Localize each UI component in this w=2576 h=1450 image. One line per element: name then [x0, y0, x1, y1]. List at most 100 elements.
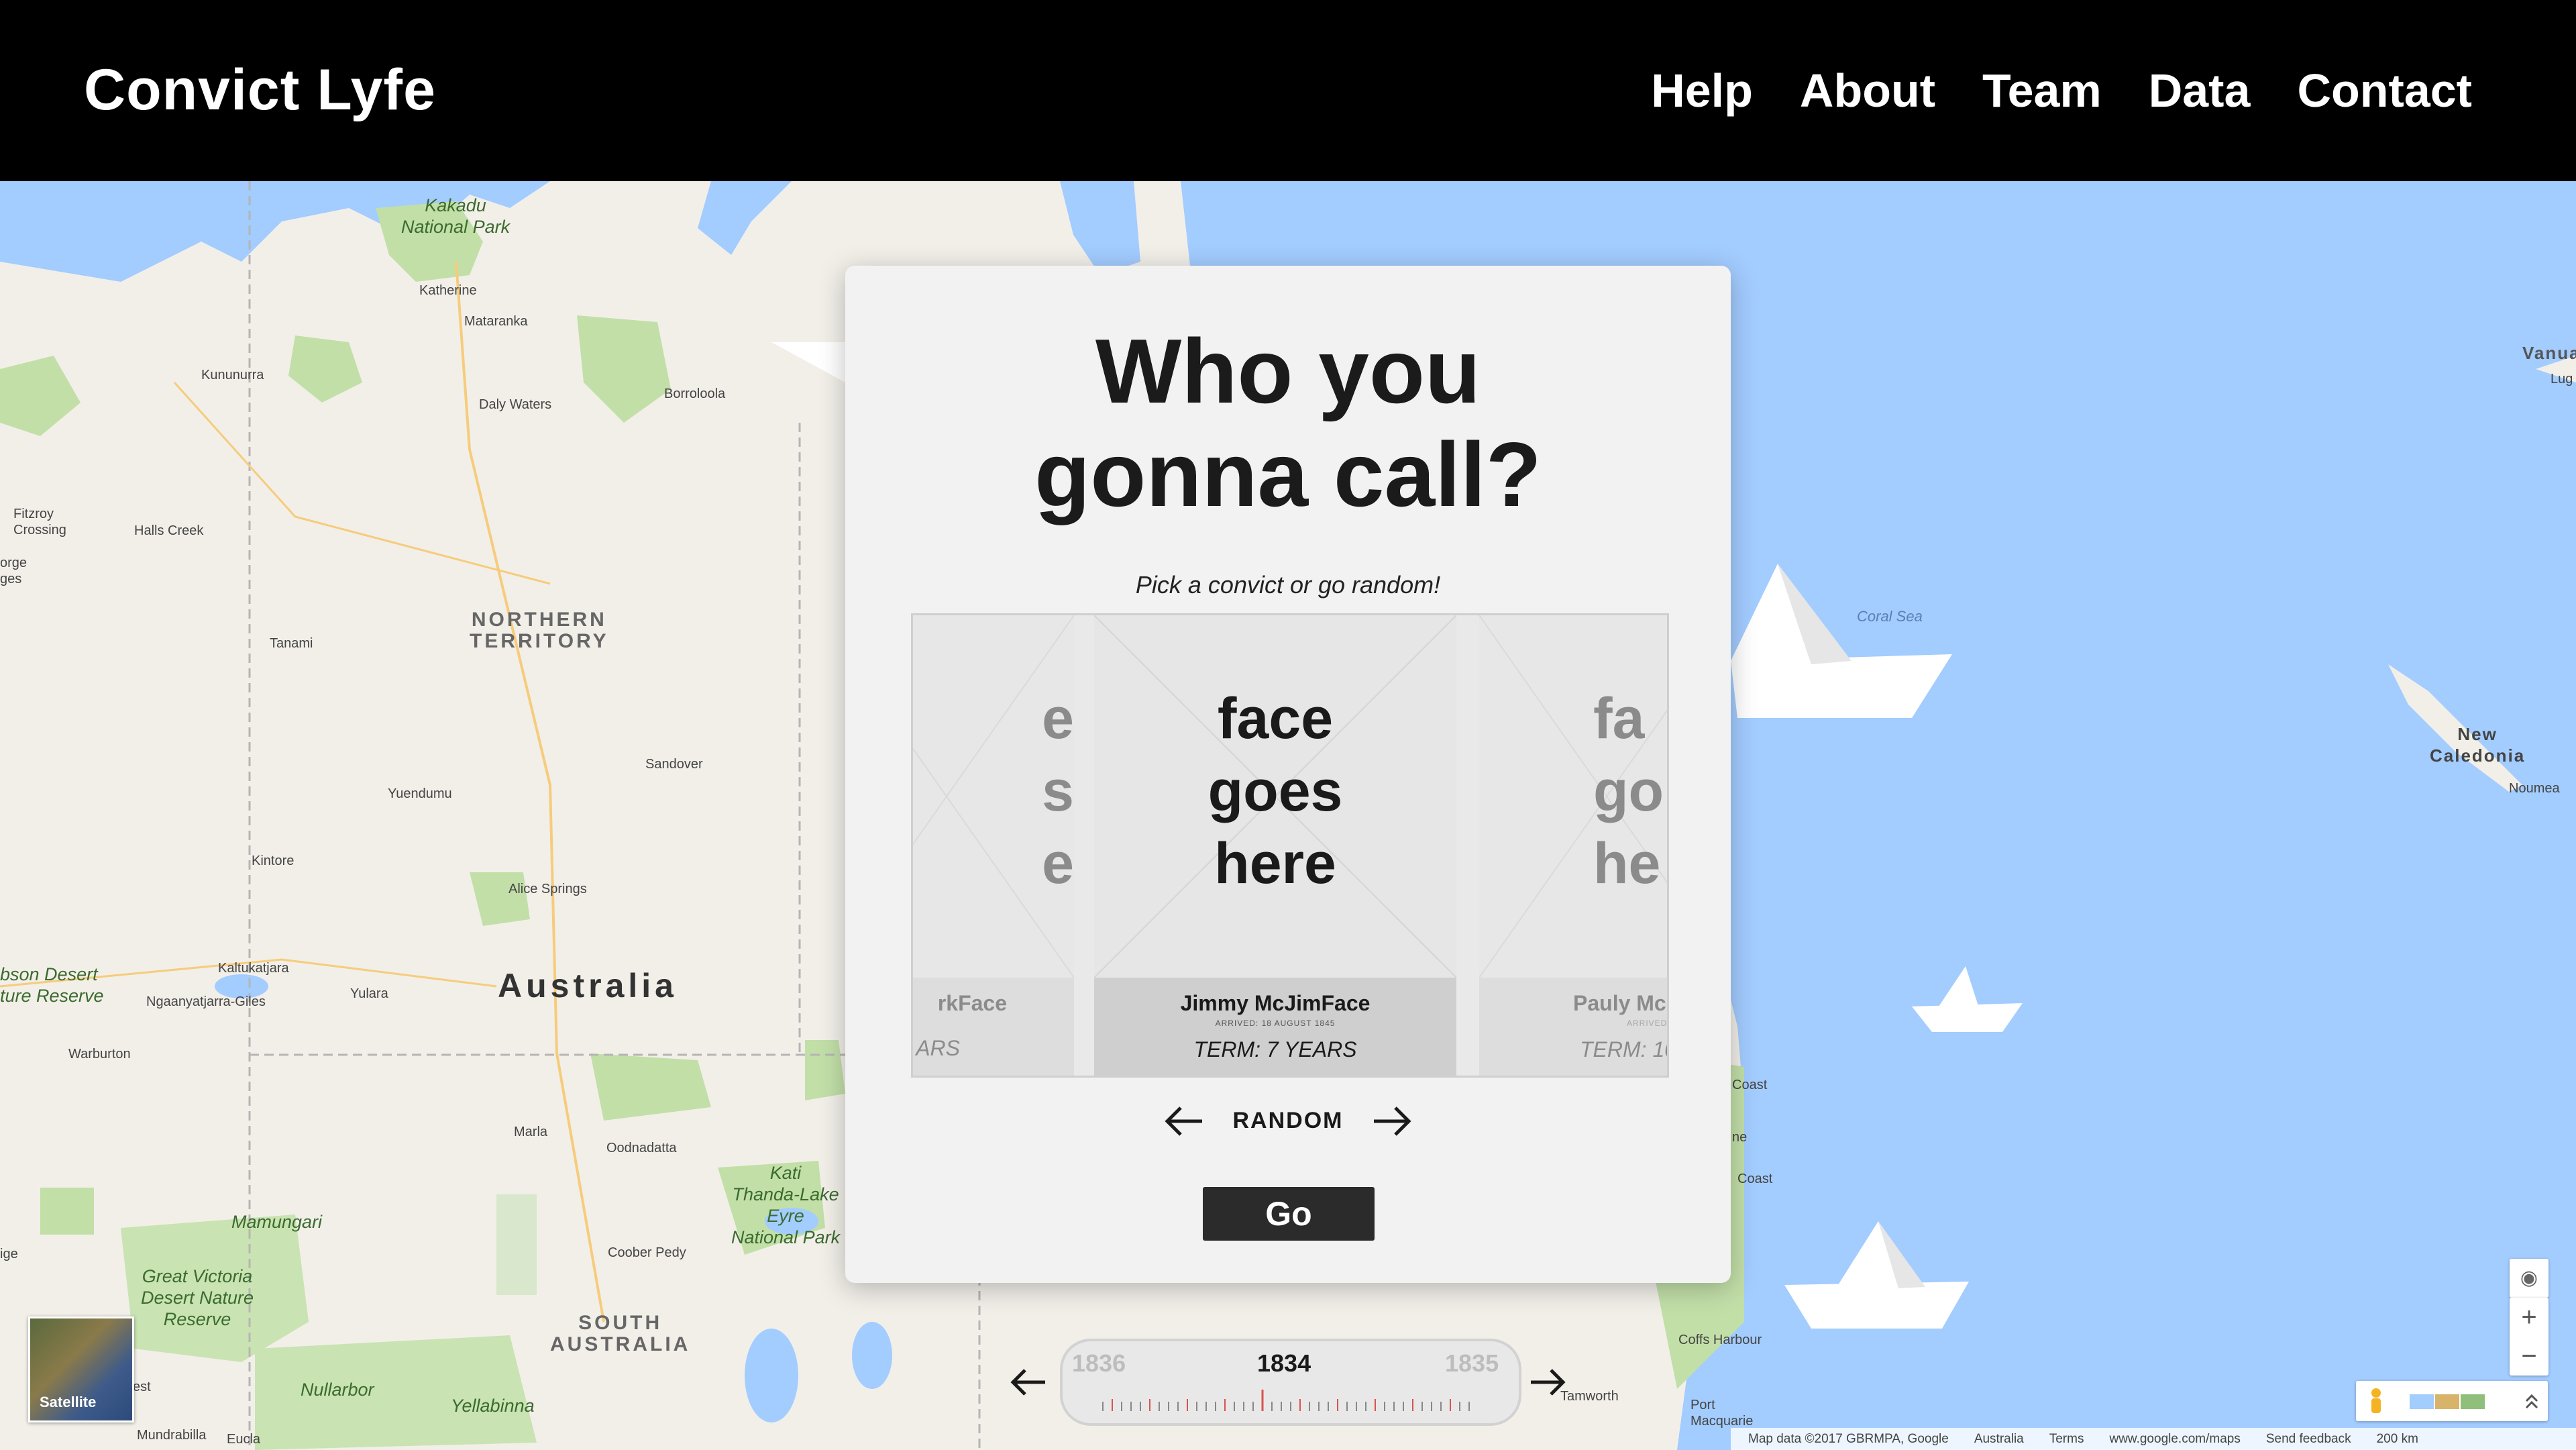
map-label-coober-pedy: Coober Pedy [608, 1245, 686, 1260]
map-label-coast-2: Coast [1737, 1172, 1773, 1186]
nav-data[interactable]: Data [2149, 64, 2251, 117]
map-label-tamworth: Tamworth [1560, 1389, 1619, 1404]
expand-up-icon[interactable] [2525, 1394, 2538, 1409]
card-name: Jimmy McJimFace [1180, 991, 1371, 1015]
nav-contact[interactable]: Contact [2297, 64, 2472, 117]
convict-picker-modal: Who you gonna call? Pick a convict or go… [845, 266, 1731, 1283]
map-label-port-macquarie: Port Macquarie [1690, 1398, 1754, 1429]
my-location-icon[interactable]: ◉ [2510, 1259, 2548, 1298]
pegman-icon[interactable] [2371, 1388, 2381, 1413]
map-label-oodnadatta: Oodnadatta [606, 1141, 677, 1155]
map-type-bar [2356, 1381, 2548, 1421]
map-label-noumea: Noumea [2509, 781, 2560, 796]
card-face-placeholder: fa go he [1593, 686, 1664, 896]
map-scale: 200 km [2376, 1431, 2418, 1446]
map-label-gibson-desert: bson Desert ture Reserve [0, 964, 104, 1006]
map-label-yuendumu: Yuendumu [388, 786, 452, 801]
card-term: TERM: 10 [1580, 1037, 1669, 1061]
map-label-est: est [133, 1380, 151, 1394]
zoom-out-button[interactable]: − [2510, 1337, 2548, 1376]
map-label-coral-sea: Coral Sea [1857, 608, 1923, 625]
main-nav: Help About Team Data Contact [1651, 64, 2472, 117]
map-label-ne: ne [1732, 1130, 1748, 1145]
modal-title-line-1: Who you [1095, 320, 1481, 422]
map-label-great-victoria: Great Victoria Desert Nature Reserve [141, 1266, 254, 1329]
map-label-mataranka: Mataranka [464, 314, 528, 329]
map-label-daly-waters: Daly Waters [479, 397, 552, 412]
map-region-link[interactable]: Australia [1974, 1432, 2024, 1447]
card-face-placeholder: face goes here [1208, 686, 1343, 896]
map-label-sandover: Sandover [645, 757, 703, 772]
timeline-prev-arrow-icon[interactable] [1009, 1362, 1049, 1402]
map-label-katherine: Katherine [419, 283, 477, 298]
carousel-controls: RANDOM [845, 1101, 1731, 1141]
map-label-new-caledonia: New Caledonia [2430, 724, 2526, 766]
top-navbar: Convict Lyfe Help About Team Data Contac… [0, 0, 2576, 181]
card-term: TERM: 7 YEARS [1193, 1037, 1357, 1061]
map-label-orge: orge [0, 556, 28, 570]
map-data-credit: Map data ©2017 GBRMPA, Google [1748, 1431, 1949, 1446]
map-label-ige: ige [0, 1247, 18, 1261]
brand-logo-text[interactable]: Convict Lyfe [84, 57, 436, 123]
map-label-kaltukatjara: Kaltukatjara [218, 961, 289, 976]
map-label-mamungari: Mamungari [231, 1212, 323, 1232]
map-label-borroloola: Borroloola [664, 386, 726, 401]
modal-title-line-2: gonna call? [1034, 423, 1542, 525]
map-label-lug: Lug [2551, 372, 2573, 386]
map-label-vanua: Vanua [2522, 343, 2576, 363]
map-label-australia: Australia [498, 967, 678, 1004]
map-label-marla: Marla [514, 1125, 548, 1139]
random-button[interactable]: RANDOM [845, 1108, 1731, 1134]
map-label-coffs-harbour: Coffs Harbour [1678, 1333, 1762, 1347]
timeline-ticks [1102, 1390, 1470, 1411]
carousel-next-arrow-icon[interactable] [1368, 1101, 1415, 1141]
go-button[interactable]: Go [1203, 1187, 1375, 1241]
map-label-kati-thanda: Kati Thanda-Lake Eyre National Park [731, 1163, 841, 1247]
map-label-tanami: Tanami [270, 636, 313, 651]
nav-team[interactable]: Team [1982, 64, 2102, 117]
map-label-ngaanyatjarra: Ngaanyatjarra-Giles [146, 994, 266, 1009]
map-label-south-australia: SOUTH AUSTRALIA [550, 1312, 691, 1355]
card-arrived: ARRIVED: 18 AUGUST 1845 [1215, 1019, 1336, 1028]
nav-help[interactable]: Help [1651, 64, 1753, 117]
card-name: Pauly Mc [1573, 991, 1666, 1015]
card-info: Jimmy McJimFace ARRIVED: 18 AUGUST 1845 … [1094, 978, 1456, 1076]
map-label-mundrabilla: Mundrabilla [137, 1428, 207, 1443]
map-label-halls-creek: Halls Creek [134, 523, 204, 538]
map-label-nullarbor: Nullarbor [301, 1380, 374, 1400]
nav-about[interactable]: About [1800, 64, 1935, 117]
map-label-kununurra: Kununurra [201, 368, 264, 382]
satellite-toggle[interactable]: Satellite [28, 1316, 134, 1422]
map-label-kakadu: Kakadu National Park [401, 195, 511, 237]
card-info: Pauly Mc ARRIVED TERM: 10 [1479, 978, 1669, 1076]
map-label-coast-1: Coast [1732, 1078, 1768, 1092]
map-attribution-bar: Map data ©2017 GBRMPA, Google Australia … [1731, 1428, 2576, 1450]
map-label-yellabinna: Yellabinna [451, 1396, 535, 1416]
map-terms-link[interactable]: Terms [2049, 1432, 2084, 1447]
map-label-northern-territory: NORTHERN TERRITORY [470, 609, 609, 652]
card-info: rkFace ARS [913, 978, 1074, 1076]
map-label-warburton: Warburton [68, 1047, 131, 1061]
convict-card-prev[interactable]: e s e rkFace ARS [913, 615, 1074, 1076]
card-face-placeholder: e s e [1042, 686, 1074, 896]
year-timeline-slider[interactable]: 1836 1834 1835 [1060, 1339, 1521, 1426]
convict-card-next[interactable]: fa go he Pauly Mc ARRIVED TERM: 10 [1479, 615, 1669, 1076]
map-label-eucla: Eucla [227, 1432, 261, 1447]
convict-carousel: e s e rkFace ARS face goes here Jimmy Mc… [911, 613, 1669, 1078]
convict-card-selected[interactable]: face goes here Jimmy McJimFace ARRIVED: … [1094, 615, 1456, 1076]
map-label-alice-springs: Alice Springs [508, 882, 587, 896]
map-label-kintore: Kintore [252, 853, 294, 868]
map-label-yulara: Yulara [350, 986, 388, 1001]
timeline-next-arrow-icon[interactable] [1527, 1362, 1567, 1402]
card-term: ARS [916, 1036, 960, 1060]
map-thumbnails-icon[interactable] [2410, 1394, 2485, 1409]
card-arrived: ARRIVED [1627, 1019, 1668, 1028]
send-feedback-link[interactable]: Send feedback [2266, 1432, 2351, 1447]
zoom-in-button[interactable]: + [2510, 1298, 2548, 1337]
map-url-link[interactable]: www.google.com/maps [2109, 1432, 2240, 1447]
card-name: rkFace [937, 991, 1007, 1015]
modal-subtitle: Pick a convict or go random! [1135, 571, 1441, 599]
modal-title: Who you gonna call? [845, 319, 1731, 526]
map-label-fitzroy: Fitzroy Crossing [13, 507, 66, 537]
map-label-ges: ges [0, 572, 22, 586]
